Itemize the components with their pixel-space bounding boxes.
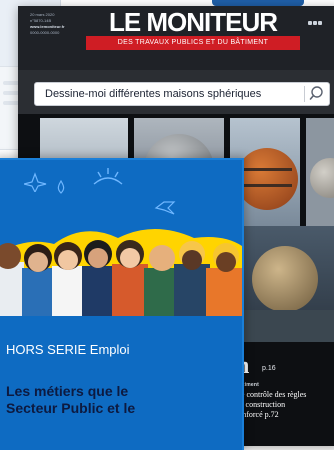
- article-kicker: Bâtiment: [236, 382, 259, 388]
- logo-text: LE MONITEUR: [108, 7, 278, 37]
- search-bar[interactable]: Dessine-moi différentes maisons sphériqu…: [34, 82, 330, 106]
- article-line: Le contrôle des règles: [236, 390, 307, 399]
- drop-icon: [57, 180, 65, 194]
- article-teaser[interactable]: Bâtiment Le contrôle des règles de const…: [236, 382, 334, 420]
- job-card-headline: Les métiers que le Secteur Public et le: [6, 383, 236, 417]
- article-page-ref: p.16: [262, 365, 276, 372]
- masthead-marks: [308, 12, 328, 25]
- job-card-title: HORS SERIE Emploi: [6, 342, 130, 357]
- image-result-6[interactable]: [230, 226, 334, 342]
- sun-icon: [93, 168, 123, 185]
- search-icon: [309, 86, 323, 100]
- image-result-4[interactable]: [306, 118, 334, 226]
- article-line: renforcé p.72: [236, 410, 279, 419]
- magazine-logo: LE MONITEUR: [84, 7, 302, 37]
- search-button[interactable]: [305, 83, 329, 105]
- search-input[interactable]: Dessine-moi différentes maisons sphériqu…: [45, 83, 261, 105]
- headline-line: Les métiers que le: [6, 383, 129, 399]
- article-line: de construction: [236, 400, 286, 409]
- bird-icon: [154, 201, 176, 215]
- job-card-illustration: [0, 216, 242, 316]
- headline-line: Secteur Public et le: [6, 400, 136, 416]
- issue-info: 20 mars 2020 n°5870-14B www.lemoniteur.f…: [30, 12, 65, 35]
- job-card-footer: [0, 318, 242, 438]
- sparkle-icon: [24, 172, 47, 192]
- workers-illustration: [0, 229, 242, 316]
- magazine-tagline: DES TRAVAUX PUBLICS ET DU BÂTIMENT: [86, 36, 300, 50]
